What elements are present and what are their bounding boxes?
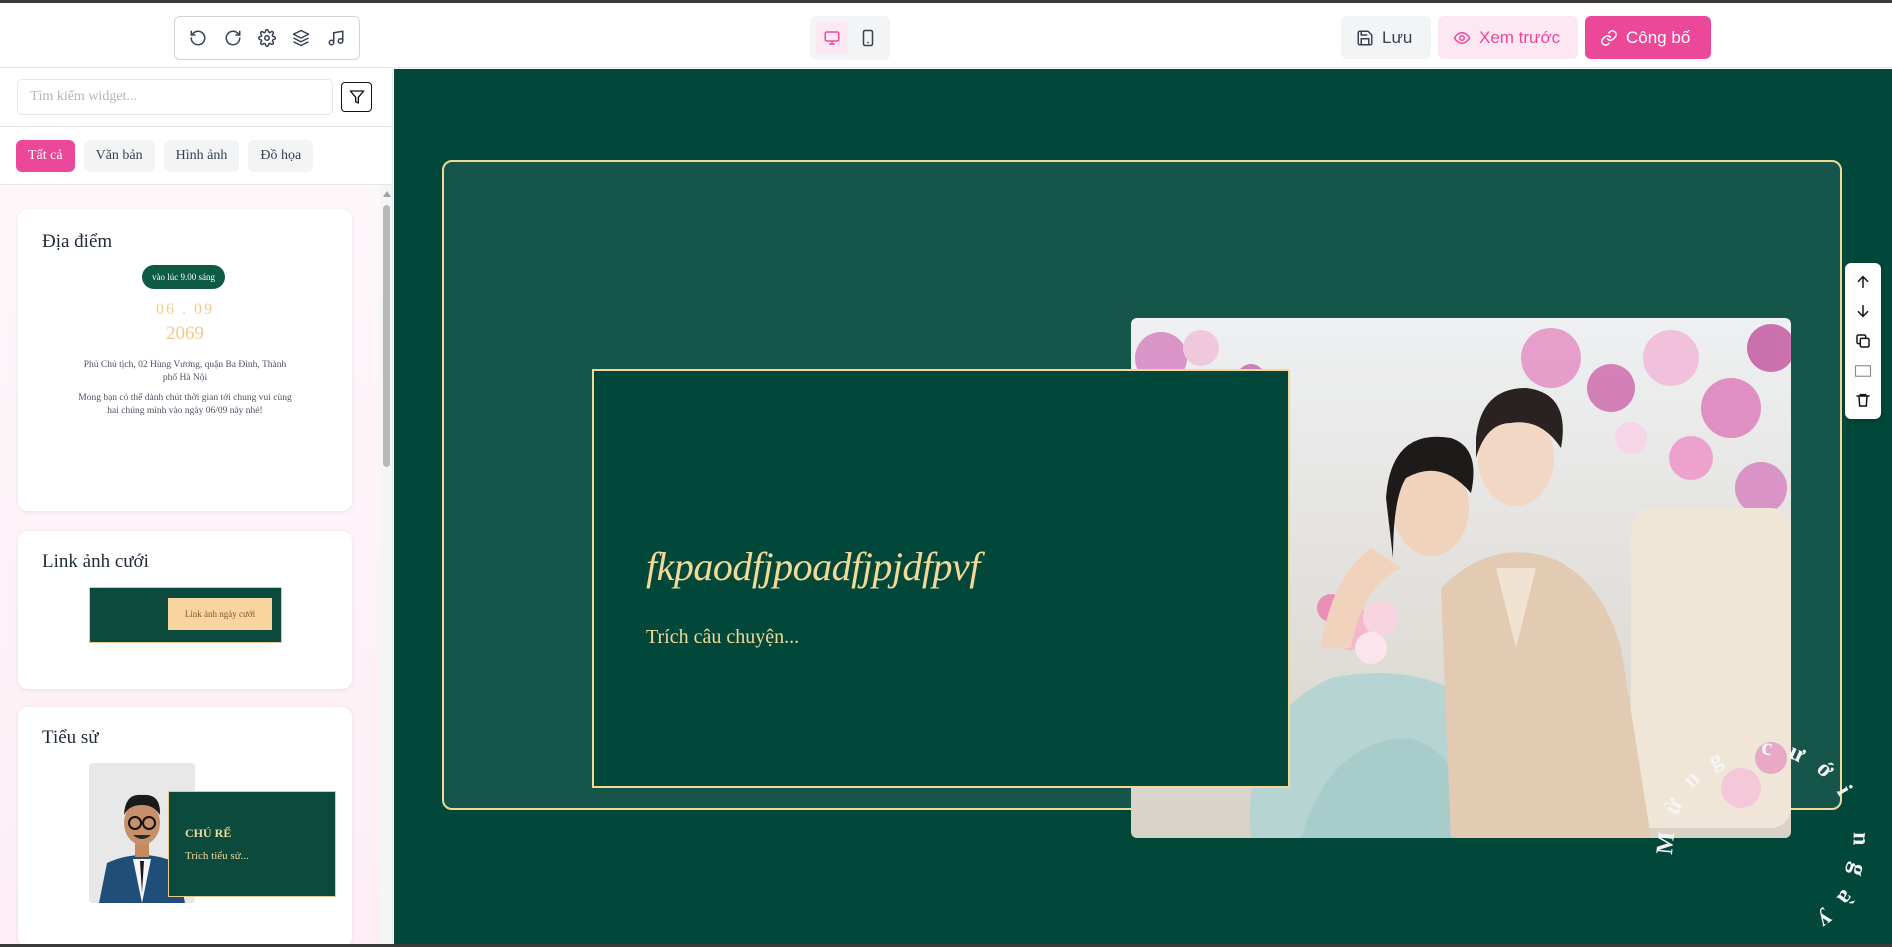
event-year: 2069 <box>166 323 204 344</box>
widget-search-input[interactable] <box>17 79 333 115</box>
desktop-icon <box>824 31 840 45</box>
story-excerpt[interactable]: Trích câu chuyện... <box>646 626 799 649</box>
editor-topbar: Lưu Xem trước Công bố <box>0 3 1892 68</box>
layers-button[interactable] <box>286 23 316 53</box>
category-chips: Tất cả Văn bản Hình ảnh Đồ họa <box>16 140 314 172</box>
editor-canvas[interactable]: fkpaodfjpoadfjpjdfpvf Trích câu chuyện..… <box>394 69 1892 944</box>
duplicate-icon <box>1856 334 1870 348</box>
eye-icon <box>1453 31 1471 44</box>
widget-list: Địa điểm vào lúc 9.00 sáng 06 . 09 2069 … <box>0 185 380 944</box>
arrow-up-icon <box>1857 275 1869 288</box>
preview-button[interactable]: Xem trước <box>1438 16 1578 59</box>
mobile-icon <box>862 29 874 47</box>
event-address: Phủ Chủ tịch, 02 Hùng Vương, quận Ba Đìn… <box>83 360 287 383</box>
time-badge: vào lúc 9.00 sáng <box>142 265 225 289</box>
scroll-thumb[interactable] <box>383 205 390 467</box>
redo-icon <box>225 30 241 46</box>
widget-sidebar: Tất cả Văn bản Hình ảnh Đồ họa Địa điểm … <box>0 69 393 944</box>
music-button[interactable] <box>321 23 351 53</box>
event-message: Mong bạn có thể dành chút thời gian tới … <box>78 393 292 416</box>
save-icon <box>1357 30 1373 45</box>
frame-button[interactable] <box>1851 359 1875 383</box>
biography-preview: CHÚ RỂ Trích tiểu sử... <box>168 791 336 897</box>
widget-card-location[interactable]: Địa điểm vào lúc 9.00 sáng 06 . 09 2069 … <box>18 209 352 511</box>
filter-icon <box>349 90 364 104</box>
undo-button[interactable] <box>183 23 213 53</box>
settings-button[interactable] <box>252 23 282 53</box>
move-down-button[interactable] <box>1851 299 1875 323</box>
delete-button[interactable] <box>1851 388 1875 412</box>
widget-card-title: Link ảnh cưới <box>42 551 149 572</box>
sidebar-scrollbar[interactable] <box>380 185 392 944</box>
chip-all[interactable]: Tất cả <box>16 140 75 172</box>
widget-card-biography[interactable]: Tiểu sử CHÚ RỂ Trích tiểu sử... <box>18 707 352 944</box>
preview-label: Xem trước <box>1479 27 1561 47</box>
section-toolbar <box>1845 263 1881 419</box>
filter-button[interactable] <box>341 82 372 112</box>
widget-search-row <box>17 79 377 115</box>
chip-images[interactable]: Hình ảnh <box>163 140 240 172</box>
desktop-view-button[interactable] <box>816 22 848 54</box>
widget-card-album-link[interactable]: Link ảnh cưới Link ảnh ngày cưới <box>18 531 352 689</box>
album-link-preview: Link ảnh ngày cưới <box>89 587 282 643</box>
mobile-view-button[interactable] <box>852 22 884 54</box>
music-icon <box>328 30 344 46</box>
story-title[interactable]: fkpaodfjpoadfjpjdfpvf <box>646 543 980 590</box>
album-link-button: Link ảnh ngày cưới <box>168 598 272 630</box>
trash-icon <box>1856 394 1870 407</box>
undo-icon <box>190 30 206 46</box>
chip-graphics[interactable]: Đồ họa <box>248 140 314 172</box>
svg-text:Mừng cưới ngày: Mừng cưới ngày <box>1652 734 1874 943</box>
redo-button[interactable] <box>218 23 248 53</box>
bio-role: CHÚ RỂ <box>185 826 232 840</box>
curved-greeting-text[interactable]: Mừng cưới ngày <box>1634 705 1892 944</box>
event-date: 06 . 09 <box>156 301 214 318</box>
chip-text[interactable]: Văn bản <box>83 140 155 172</box>
link-icon <box>1601 29 1617 46</box>
move-up-button[interactable] <box>1851 270 1875 294</box>
bio-excerpt: Trích tiểu sử... <box>185 850 249 862</box>
layers-icon <box>293 29 310 47</box>
save-button[interactable]: Lưu <box>1341 16 1431 59</box>
publish-label: Công bố <box>1626 27 1691 47</box>
settings-icon <box>258 29 276 47</box>
frame-icon <box>1854 364 1872 377</box>
duplicate-button[interactable] <box>1851 329 1875 353</box>
widget-card-title: Tiểu sử <box>42 727 99 748</box>
device-switcher <box>810 16 890 60</box>
curved-text-path: Mừng cưới ngày <box>1652 734 1858 943</box>
publish-button[interactable]: Công bố <box>1585 16 1711 59</box>
arrow-down-icon <box>1857 305 1869 318</box>
widget-card-title: Địa điểm <box>42 231 113 252</box>
history-tool-group <box>174 16 360 60</box>
story-section[interactable]: fkpaodfjpoadfjpjdfpvf Trích câu chuyện..… <box>442 160 1881 838</box>
sidebar-divider <box>0 126 392 127</box>
scroll-up-icon[interactable] <box>383 191 391 197</box>
save-label: Lưu <box>1382 27 1413 47</box>
story-text-box[interactable]: fkpaodfjpoadfjpjdfpvf Trích câu chuyện..… <box>592 369 1290 788</box>
